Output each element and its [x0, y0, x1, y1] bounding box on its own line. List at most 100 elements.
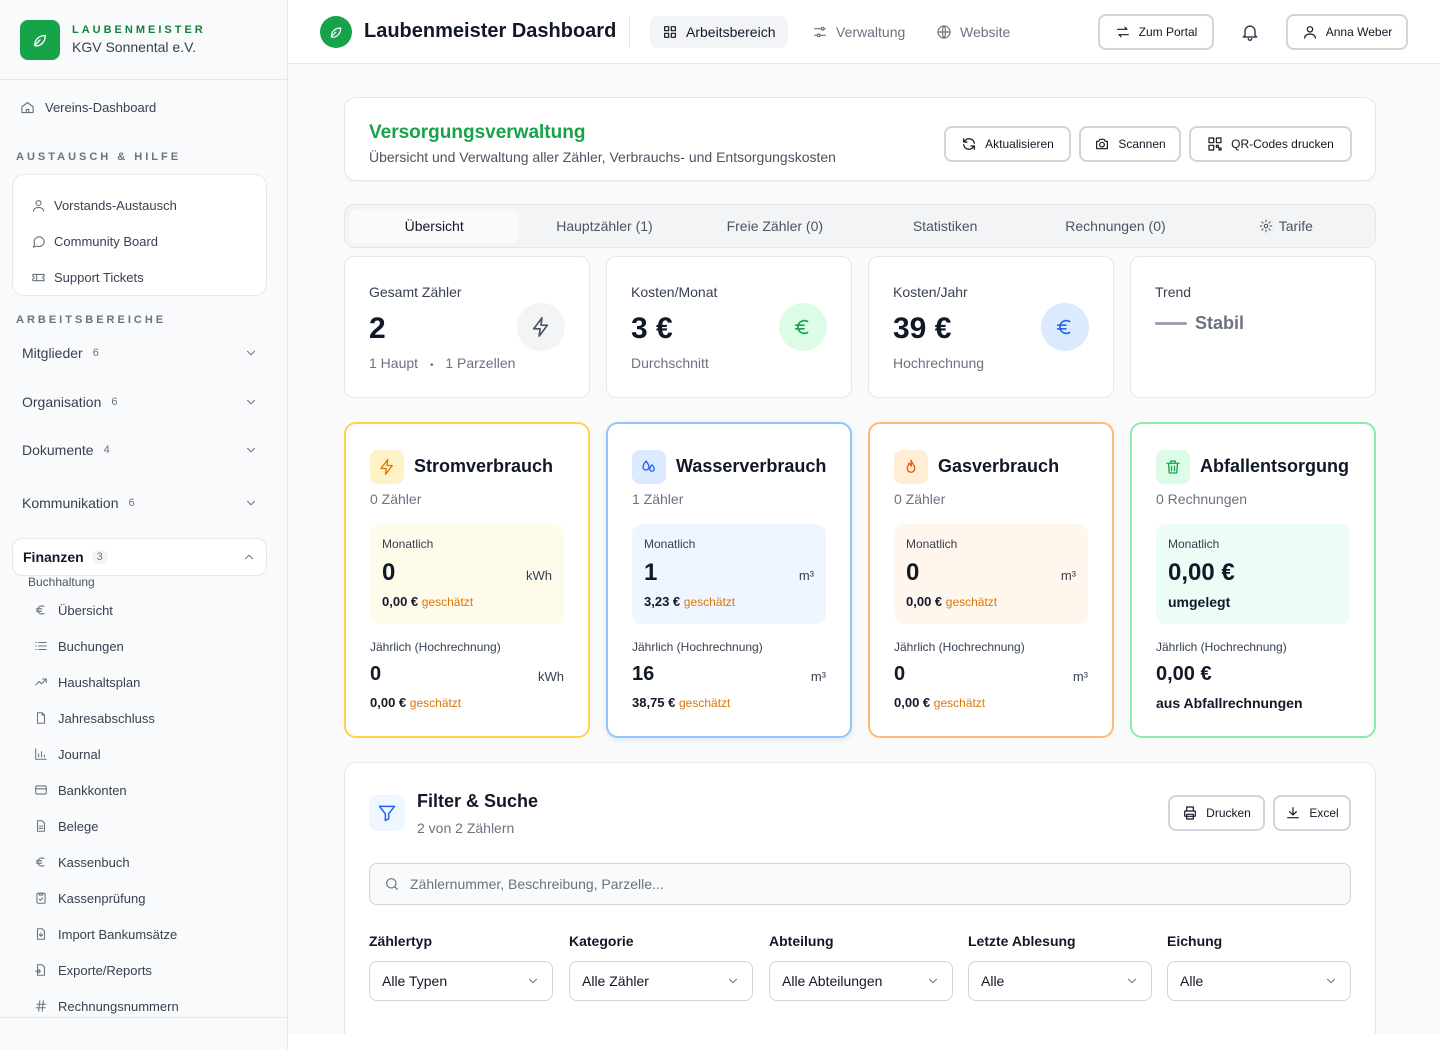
- sidebar-item-belege[interactable]: Belege: [34, 808, 179, 844]
- monthly-unit: m³: [798, 568, 814, 583]
- sidebar-item-dashboard[interactable]: Vereins-Dashboard: [20, 100, 156, 115]
- stat-label: Kosten/Monat: [631, 284, 718, 300]
- tab-tarife[interactable]: Tarife: [1201, 209, 1371, 243]
- sidebar-item-journal[interactable]: Journal: [34, 736, 179, 772]
- scan-button[interactable]: Scannen: [1079, 126, 1181, 162]
- monthly-value: 0: [382, 559, 396, 586]
- tab-statistiken[interactable]: Statistiken: [860, 209, 1030, 243]
- utility-card-water: Wasserverbrauch 1 Zähler Monatlich 1 m³ …: [606, 422, 852, 738]
- card-icon: [35, 785, 47, 795]
- nav-verwaltung[interactable]: Verwaltung: [800, 16, 917, 48]
- tab-label: Rechnungen (0): [1065, 218, 1166, 234]
- sidebar-divider: [0, 1017, 288, 1018]
- utility-subtitle: 0 Zähler: [370, 491, 422, 507]
- select-value: Alle: [1180, 973, 1204, 989]
- page-title: Versorgungsverwaltung: [369, 122, 586, 143]
- yearly-value: 16: [632, 663, 655, 685]
- sidebar-group-kommunikation[interactable]: Kommunikation 6: [22, 495, 258, 511]
- nav-arbeitsbereich[interactable]: Arbeitsbereich: [650, 16, 788, 48]
- search-field[interactable]: [369, 863, 1351, 905]
- sidebar-item-bankkonten[interactable]: Bankkonten: [34, 772, 179, 808]
- stat-note-separator: •: [429, 360, 434, 371]
- select-department[interactable]: Alle Abteilungen: [769, 961, 953, 1001]
- group-label: Organisation: [22, 394, 102, 410]
- button-label: Scannen: [1118, 137, 1166, 151]
- trend-icon: [35, 678, 47, 686]
- utility-subtitle: 1 Zähler: [632, 491, 684, 507]
- sidebar-item-kassenpruefung[interactable]: Kassenprüfung: [34, 880, 179, 916]
- user-menu-button[interactable]: Anna Weber: [1286, 14, 1408, 50]
- sidebar-item-buchungen[interactable]: Buchungen: [34, 628, 179, 664]
- tab-uebersicht[interactable]: Übersicht: [349, 209, 520, 243]
- sidebar-item-label: Import Bankumsätze: [58, 926, 178, 942]
- user-icon: [1303, 26, 1316, 39]
- tab-label: Statistiken: [912, 218, 978, 234]
- tab-rechnungen[interactable]: Rechnungen (0): [1030, 209, 1200, 243]
- nav-website[interactable]: Website: [924, 16, 1022, 48]
- tab-freie-zaehler[interactable]: Freie Zähler (0): [690, 209, 860, 243]
- group-count: 6: [92, 347, 99, 359]
- sidebar-item-exporte-reports[interactable]: Exporte/Reports: [34, 952, 179, 988]
- select-meter-type[interactable]: Alle Typen: [369, 961, 553, 1001]
- sidebar-item-label: Vereins-Dashboard: [45, 100, 157, 115]
- yearly-label: Jährlich (Hochrechnung): [894, 640, 1025, 654]
- sidebar-item-kassenbuch[interactable]: Kassenbuch: [34, 844, 179, 880]
- print-button[interactable]: Drucken: [1168, 795, 1265, 831]
- euro-icon: [1041, 303, 1089, 351]
- select-category[interactable]: Alle Zähler: [569, 961, 753, 1001]
- sidebar-item-support-tickets[interactable]: Support Tickets: [13, 259, 266, 295]
- sliders-icon: [814, 26, 826, 38]
- swap-icon: [1116, 26, 1129, 38]
- sidebar-item-rechnungsnummern[interactable]: Rechnungsnummern: [34, 988, 179, 1024]
- button-label: Zum Portal: [1138, 25, 1198, 39]
- yearly-unit: m³: [1072, 669, 1088, 684]
- filter-title: Filter & Suche: [417, 791, 539, 811]
- monthly-value: 0: [906, 559, 920, 586]
- excel-export-button[interactable]: Excel: [1273, 795, 1351, 831]
- sidebar-item-label: Community Board: [54, 233, 159, 249]
- monthly-box: Monatlich 0 m³ 0,00 € geschätzt: [894, 524, 1088, 624]
- select-calibration[interactable]: Alle: [1167, 961, 1351, 1001]
- help-card: Vorstands-Austausch Community Board Supp…: [12, 174, 267, 296]
- hash-icon: [35, 1000, 47, 1012]
- sidebar-item-label: Journal: [58, 746, 101, 762]
- nav-label: Website: [960, 24, 1011, 40]
- sidebar-item-vorstands-austausch[interactable]: Vorstands-Austausch: [13, 187, 266, 223]
- sidebar-item-community-board[interactable]: Community Board: [13, 223, 266, 259]
- app-title: Laubenmeister Dashboard: [364, 20, 617, 42]
- tab-hauptzaehler[interactable]: Hauptzähler (1): [519, 209, 689, 243]
- portal-button[interactable]: Zum Portal: [1098, 14, 1214, 50]
- trend-value: Stabil: [1195, 313, 1245, 333]
- sidebar-group-organisation[interactable]: Organisation 6: [22, 394, 258, 410]
- brand[interactable]: LAUBENMEISTER KGV Sonnental e.V.: [0, 0, 287, 80]
- sidebar-item-uebersicht[interactable]: Übersicht: [34, 592, 179, 628]
- camera-icon: [1096, 138, 1109, 150]
- filter-card: Filter & Suche 2 von 2 Zählern Drucken E…: [344, 762, 1376, 1034]
- yearly-cost: 0,00 € geschätzt: [370, 695, 461, 710]
- leaf-icon: [320, 16, 352, 48]
- stat-note: Durchschnitt: [631, 355, 709, 371]
- stat-note: Hochrechnung: [893, 355, 985, 371]
- sidebar-item-jahresabschluss[interactable]: Jahresabschluss: [34, 700, 179, 736]
- file-export-icon: [35, 964, 46, 976]
- sidebar-group-dokumente[interactable]: Dokumente 4: [22, 442, 258, 458]
- bell-icon[interactable]: [1240, 22, 1260, 42]
- brand-title: LAUBENMEISTER: [72, 24, 206, 36]
- sidebar-group-mitglieder[interactable]: Mitglieder 6: [22, 345, 258, 361]
- filter-label-calibration: Eichung: [1167, 933, 1223, 949]
- sidebar-item-import-bankumsaetze[interactable]: Import Bankumsätze: [34, 916, 179, 952]
- sidebar-item-haushaltsplan[interactable]: Haushaltsplan: [34, 664, 179, 700]
- monthly-value: 1: [644, 559, 658, 586]
- refresh-icon: [963, 138, 976, 150]
- print-qr-codes-button[interactable]: QR-Codes drucken: [1189, 126, 1352, 162]
- estimated-label: geschätzt: [945, 595, 998, 609]
- select-last-reading[interactable]: Alle: [968, 961, 1152, 1001]
- sidebar-group-finanzen[interactable]: Finanzen 3: [12, 538, 267, 576]
- download-icon: [1287, 807, 1300, 819]
- page-header-card: Versorgungsverwaltung Übersicht und Verw…: [344, 97, 1376, 181]
- search-input[interactable]: [410, 876, 1310, 892]
- refresh-button[interactable]: Aktualisieren: [944, 126, 1071, 162]
- yearly-note: aus Abfallrechnungen: [1156, 695, 1303, 711]
- yearly-value: 0: [370, 663, 382, 685]
- stat-value: 3 €: [631, 312, 673, 345]
